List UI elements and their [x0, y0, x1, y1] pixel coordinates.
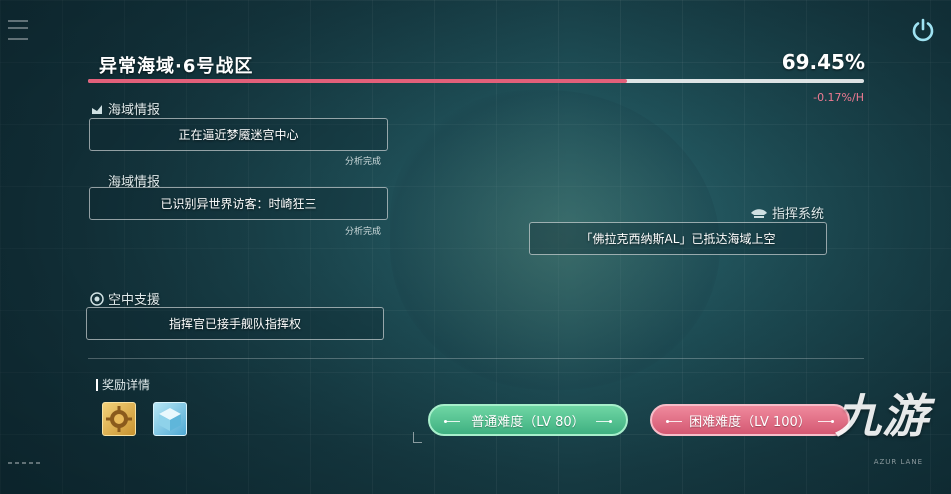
intel-2-box: 已识别异世界访客：时崎狂三 [89, 187, 388, 220]
menu-lines-icon-mid [8, 27, 28, 29]
air-support-header: 空中支援 [90, 289, 160, 308]
reward-item-2[interactable] [153, 402, 187, 436]
reward-item-1[interactable] [102, 402, 136, 436]
gold-gear-icon [106, 406, 132, 432]
power-icon [912, 18, 934, 42]
normal-difficulty-label: 普通难度（LV 80） [471, 414, 585, 430]
intel-1-header: 海域情报 [90, 99, 160, 118]
intel-1-title: 海域情报 [108, 103, 161, 118]
progress-rate: -0.17%/H [813, 91, 864, 104]
menu-lines-icon [8, 20, 28, 40]
air-support-icon [90, 291, 104, 306]
progress-bar [88, 79, 864, 83]
divider [88, 358, 864, 359]
air-support-message: 指挥官已接手舰队指挥权 [168, 317, 301, 331]
button-deco-left [666, 419, 682, 423]
air-support-box: 指挥官已接手舰队指挥权 [86, 307, 384, 340]
intel-1-box: 正在逼近梦魇迷宫中心 [89, 118, 388, 151]
command-box: 「佛拉克西纳斯AL」已抵达海域上空 [529, 222, 827, 255]
command-message: 「佛拉克西纳斯AL」已抵达海域上空 [580, 232, 776, 246]
commander-hat-icon [751, 208, 767, 218]
reward-title-bar [96, 378, 98, 391]
progress-fill [88, 79, 627, 83]
button-deco-right [818, 419, 834, 423]
intel-1-message: 正在逼近梦魇迷宫中心 [178, 128, 299, 142]
air-support-title: 空中支援 [108, 293, 161, 308]
button-deco-left [444, 419, 460, 423]
corner-dots [8, 462, 40, 464]
corner-bracket [413, 432, 422, 443]
intel-icon [92, 104, 102, 114]
intel-2-status: 分析完成 [345, 227, 382, 237]
power-button[interactable] [909, 16, 937, 44]
progress-percent: 69.45% [781, 50, 865, 74]
reward-title: 奖励详情 [102, 378, 151, 392]
command-header: 指挥系统 [750, 203, 824, 222]
hard-difficulty-label: 困难难度（LV 100） [689, 414, 811, 430]
watermark-logo: 九游 [835, 389, 929, 443]
ice-cube-icon [159, 408, 181, 431]
command-title: 指挥系统 [772, 207, 825, 222]
normal-difficulty-button[interactable]: 普通难度（LV 80） [428, 404, 628, 436]
reward-header: 奖励详情 [96, 376, 150, 393]
hard-difficulty-button[interactable]: 困难难度（LV 100） [650, 404, 850, 436]
button-deco-right [596, 419, 612, 423]
zone-title: 异常海域·6号战区 [99, 56, 254, 77]
intel-2-message: 已识别异世界访客：时崎狂三 [160, 197, 317, 211]
intel-1-status: 分析完成 [345, 157, 382, 167]
watermark-subtext: AZUR LANE [873, 458, 923, 466]
